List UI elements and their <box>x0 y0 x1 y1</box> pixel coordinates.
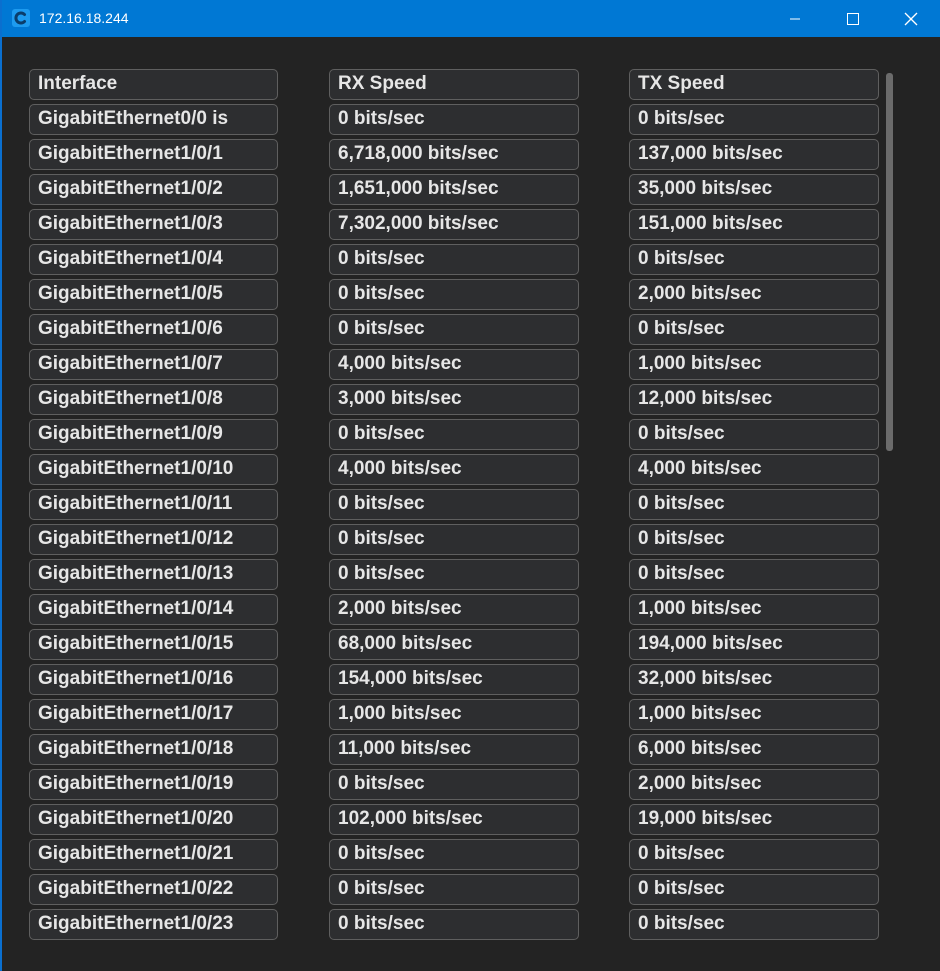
rx-speed-cell: 1,000 bits/sec <box>329 699 579 730</box>
tx-speed-cell: 194,000 bits/sec <box>629 629 879 660</box>
interface-cell: GigabitEthernet1/0/16 <box>29 664 278 695</box>
rx-speed-cell: 11,000 bits/sec <box>329 734 579 765</box>
tx-speed-cell: 0 bits/sec <box>629 524 879 555</box>
rx-speed-cell: 7,302,000 bits/sec <box>329 209 579 240</box>
header-interface: Interface <box>29 69 278 100</box>
maximize-icon <box>847 12 859 25</box>
rx-speed-cell: 0 bits/sec <box>329 769 579 800</box>
minimize-icon <box>790 18 800 19</box>
rx-speed-cell: 4,000 bits/sec <box>329 349 579 380</box>
tx-speed-cell: 32,000 bits/sec <box>629 664 879 695</box>
tx-speed-cell: 0 bits/sec <box>629 419 879 450</box>
tx-speed-cell: 0 bits/sec <box>629 909 879 940</box>
interface-cell: GigabitEthernet1/0/9 <box>29 419 278 450</box>
title-bar[interactable]: 172.16.18.244 <box>2 0 940 37</box>
interface-cell: GigabitEthernet1/0/21 <box>29 839 278 870</box>
tx-speed-cell: 35,000 bits/sec <box>629 174 879 205</box>
interface-cell: GigabitEthernet1/0/4 <box>29 244 278 275</box>
rx-speed-cell: 0 bits/sec <box>329 839 579 870</box>
header-rx-speed: RX Speed <box>329 69 579 100</box>
interface-cell: GigabitEthernet1/0/17 <box>29 699 278 730</box>
tx-speed-cell: 12,000 bits/sec <box>629 384 879 415</box>
interface-cell: GigabitEthernet1/0/15 <box>29 629 278 660</box>
app-logo-icon <box>11 8 31 28</box>
rx-speed-cell: 0 bits/sec <box>329 489 579 520</box>
interface-cell: GigabitEthernet0/0 is <box>29 104 278 135</box>
interface-cell: GigabitEthernet1/0/11 <box>29 489 278 520</box>
rx-speed-cell: 154,000 bits/sec <box>329 664 579 695</box>
tx-speed-cell: 2,000 bits/sec <box>629 769 879 800</box>
rx-speed-cell: 0 bits/sec <box>329 419 579 450</box>
tx-speed-cell: 0 bits/sec <box>629 559 879 590</box>
rx-speed-cell: 0 bits/sec <box>329 909 579 940</box>
tx-speed-cell: 2,000 bits/sec <box>629 279 879 310</box>
tx-speed-cell: 0 bits/sec <box>629 489 879 520</box>
rx-speed-cell: 1,651,000 bits/sec <box>329 174 579 205</box>
rx-speed-cell: 4,000 bits/sec <box>329 454 579 485</box>
tx-speed-cell: 137,000 bits/sec <box>629 139 879 170</box>
interface-cell: GigabitEthernet1/0/12 <box>29 524 278 555</box>
interface-cell: GigabitEthernet1/0/7 <box>29 349 278 380</box>
tx-speed-cell: 0 bits/sec <box>629 104 879 135</box>
tx-speed-cell: 19,000 bits/sec <box>629 804 879 835</box>
interface-cell: GigabitEthernet1/0/19 <box>29 769 278 800</box>
close-button[interactable] <box>882 0 940 37</box>
rx-speed-cell: 3,000 bits/sec <box>329 384 579 415</box>
rx-speed-cell: 102,000 bits/sec <box>329 804 579 835</box>
tx-speed-cell: 4,000 bits/sec <box>629 454 879 485</box>
app-window: 172.16.18.244 Interface RX Speed TX Speed G… <box>0 0 940 971</box>
interface-cell: GigabitEthernet1/0/1 <box>29 139 278 170</box>
tx-speed-cell: 0 bits/sec <box>629 244 879 275</box>
tx-speed-cell: 0 bits/sec <box>629 874 879 905</box>
tx-speed-cell: 151,000 bits/sec <box>629 209 879 240</box>
minimize-button[interactable] <box>766 0 824 37</box>
rx-speed-cell: 68,000 bits/sec <box>329 629 579 660</box>
interface-cell: GigabitEthernet1/0/18 <box>29 734 278 765</box>
rx-speed-cell: 0 bits/sec <box>329 279 579 310</box>
interface-cell: GigabitEthernet1/0/23 <box>29 909 278 940</box>
interface-cell: GigabitEthernet1/0/2 <box>29 174 278 205</box>
rx-speed-cell: 0 bits/sec <box>329 559 579 590</box>
interface-cell: GigabitEthernet1/0/10 <box>29 454 278 485</box>
interface-cell: GigabitEthernet1/0/13 <box>29 559 278 590</box>
interface-cell: GigabitEthernet1/0/14 <box>29 594 278 625</box>
interface-cell: GigabitEthernet1/0/20 <box>29 804 278 835</box>
rx-speed-cell: 0 bits/sec <box>329 314 579 345</box>
interface-cell: GigabitEthernet1/0/5 <box>29 279 278 310</box>
tx-speed-cell: 0 bits/sec <box>629 314 879 345</box>
rx-speed-cell: 0 bits/sec <box>329 104 579 135</box>
tx-speed-cell: 0 bits/sec <box>629 839 879 870</box>
maximize-button[interactable] <box>824 0 882 37</box>
interface-cell: GigabitEthernet1/0/8 <box>29 384 278 415</box>
rx-speed-cell: 0 bits/sec <box>329 524 579 555</box>
vertical-scrollbar[interactable] <box>886 73 893 451</box>
window-title: 172.16.18.244 <box>39 10 129 26</box>
rx-speed-cell: 0 bits/sec <box>329 244 579 275</box>
tx-speed-cell: 1,000 bits/sec <box>629 349 879 380</box>
close-icon <box>904 12 918 25</box>
tx-speed-cell: 1,000 bits/sec <box>629 594 879 625</box>
header-tx-speed: TX Speed <box>629 69 879 100</box>
tx-speed-cell: 1,000 bits/sec <box>629 699 879 730</box>
interface-cell: GigabitEthernet1/0/22 <box>29 874 278 905</box>
interface-cell: GigabitEthernet1/0/6 <box>29 314 278 345</box>
tx-speed-cell: 6,000 bits/sec <box>629 734 879 765</box>
interface-cell: GigabitEthernet1/0/3 <box>29 209 278 240</box>
rx-speed-cell: 6,718,000 bits/sec <box>329 139 579 170</box>
rx-speed-cell: 2,000 bits/sec <box>329 594 579 625</box>
interface-table: Interface RX Speed TX Speed GigabitEthernet… <box>2 37 940 971</box>
rx-speed-cell: 0 bits/sec <box>329 874 579 905</box>
